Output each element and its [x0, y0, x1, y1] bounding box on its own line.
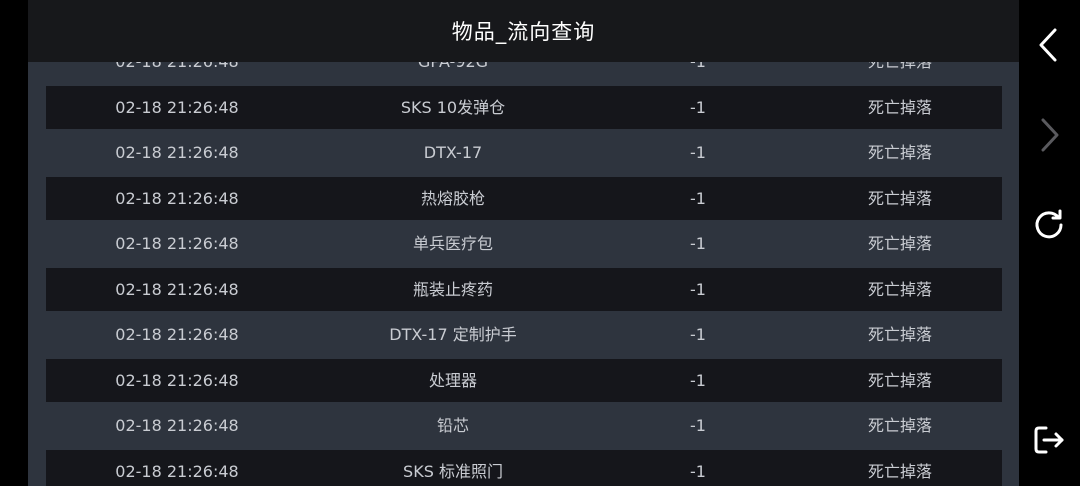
exit-icon: [1034, 426, 1064, 454]
item-cell: SKS 10发弹仓: [400, 97, 506, 117]
type-cell: 死亡掉落: [867, 234, 932, 253]
quantity-cell: -1: [690, 188, 706, 208]
quantity-cell: -1: [690, 325, 706, 344]
nav-rail: [1019, 0, 1080, 486]
quantity-cell: -1: [690, 234, 706, 253]
chevron-left-icon: [1039, 28, 1057, 62]
quantity-cell: -1: [690, 370, 706, 390]
table-row[interactable]: 02-18 21:26:48 DTX-17 -1 死亡掉落: [46, 131, 1002, 174]
type-cell: 死亡掉落: [867, 461, 932, 481]
table-row[interactable]: 02-18 21:26:48 单兵医疗包 -1 死亡掉落: [46, 222, 1002, 265]
table-row[interactable]: 02-18 21:26:48 热熔胶枪 -1 死亡掉落: [46, 176, 1002, 220]
time-cell: 02-18 21:26:48: [115, 279, 239, 299]
record-list[interactable]: 02-18 21:26:48 GPA-92G -1 死亡掉落 02-18 21:…: [46, 40, 1002, 486]
left-edge: [0, 0, 28, 486]
item-cell: 铅芯: [436, 416, 469, 435]
time-cell: 02-18 21:26:48: [115, 234, 239, 253]
back-button[interactable]: [1027, 23, 1071, 67]
type-cell: 死亡掉落: [867, 325, 932, 344]
refresh-icon: [1035, 209, 1063, 239]
time-cell: 02-18 21:26:48: [115, 143, 239, 162]
quantity-cell: -1: [690, 143, 706, 162]
type-cell: 死亡掉落: [867, 370, 932, 390]
time-cell: 02-18 21:26:48: [115, 416, 239, 435]
time-cell: 02-18 21:26:48: [115, 461, 239, 481]
time-cell: 02-18 21:26:48: [115, 325, 239, 344]
refresh-button[interactable]: [1027, 203, 1071, 247]
item-cell: 瓶装止疼药: [412, 279, 493, 299]
table-row[interactable]: 02-18 21:26:48 SKS 标准照门 -1 死亡掉落: [46, 449, 1002, 486]
type-cell: 死亡掉落: [867, 97, 932, 117]
page-title: 物品_流向查询: [451, 20, 596, 44]
time-cell: 02-18 21:26:48: [115, 97, 239, 117]
table-row[interactable]: 02-18 21:26:48 DTX-17 定制护手 -1 死亡掉落: [46, 313, 1002, 356]
page-header: 物品_流向查询: [28, 0, 1019, 62]
forward-button[interactable]: [1027, 113, 1071, 157]
quantity-cell: -1: [690, 97, 706, 117]
item-cell: 热熔胶枪: [420, 188, 485, 208]
table-row[interactable]: 02-18 21:26:48 处理器 -1 死亡掉落: [46, 358, 1002, 402]
quantity-cell: -1: [690, 416, 706, 435]
item-cell: DTX-17: [423, 143, 483, 162]
quantity-cell: -1: [690, 279, 706, 299]
item-cell: SKS 标准照门: [403, 461, 503, 481]
main-panel: 02-18 21:26:48 GPA-92G -1 死亡掉落 02-18 21:…: [28, 0, 1019, 486]
item-cell: DTX-17 定制护手: [389, 325, 517, 344]
exit-button[interactable]: [1027, 418, 1071, 462]
table-row[interactable]: 02-18 21:26:48 铅芯 -1 死亡掉落: [46, 404, 1002, 447]
item-cell: 单兵医疗包: [412, 234, 493, 253]
quantity-cell: -1: [690, 461, 706, 481]
type-cell: 死亡掉落: [867, 188, 932, 208]
app-window: 02-18 21:26:48 GPA-92G -1 死亡掉落 02-18 21:…: [0, 0, 1080, 486]
time-cell: 02-18 21:26:48: [115, 370, 239, 390]
table-row[interactable]: 02-18 21:26:48 SKS 10发弹仓 -1 死亡掉落: [46, 85, 1002, 129]
time-cell: 02-18 21:26:48: [115, 188, 239, 208]
type-cell: 死亡掉落: [867, 143, 932, 162]
item-cell: 处理器: [428, 370, 477, 390]
table-row[interactable]: 02-18 21:26:48 瓶装止疼药 -1 死亡掉落: [46, 267, 1002, 311]
chevron-right-icon: [1041, 118, 1059, 152]
type-cell: 死亡掉落: [867, 416, 932, 435]
type-cell: 死亡掉落: [867, 279, 932, 299]
